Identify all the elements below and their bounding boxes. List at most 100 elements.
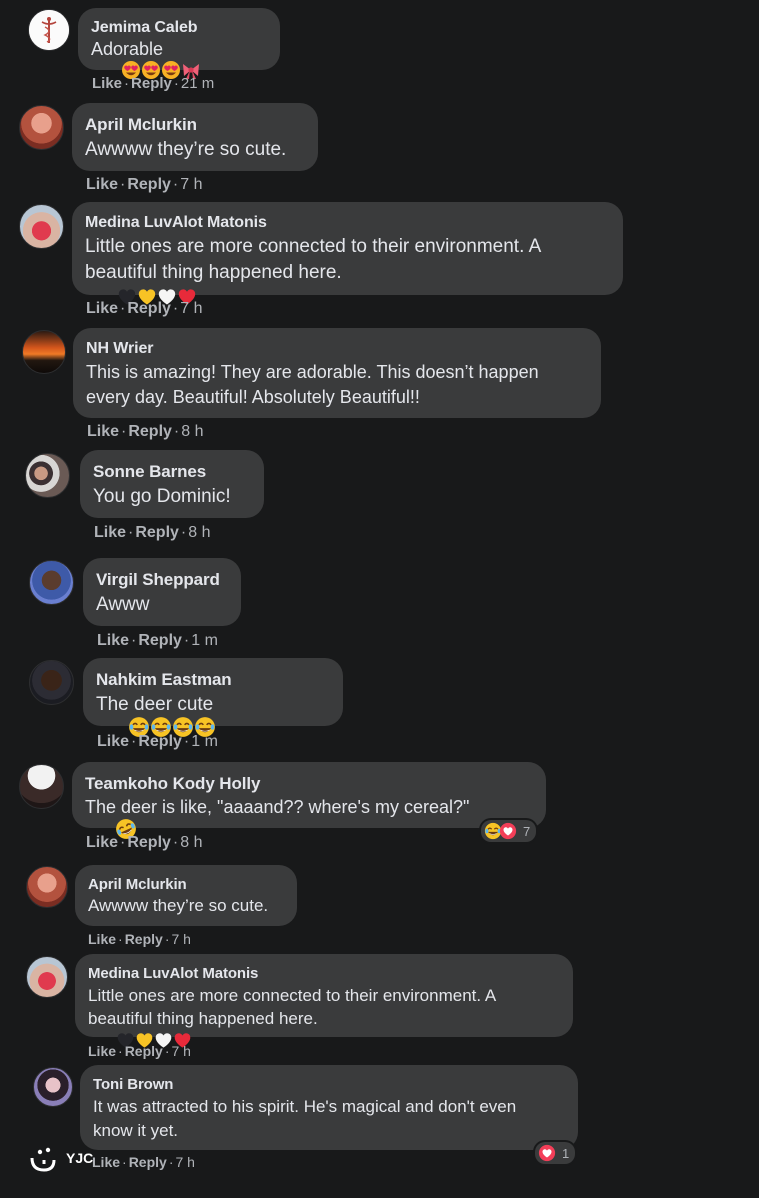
comment-text: This is amazing! They are adorable. This… [86, 362, 539, 407]
reply-button[interactable]: Reply [125, 1043, 163, 1059]
reply-button[interactable]: Reply [127, 834, 171, 851]
like-button[interactable]: Like [92, 1154, 120, 1170]
comment-timestamp[interactable]: 7 h [171, 931, 190, 947]
avatar[interactable] [22, 330, 66, 374]
comment-actions: Like · Reply · 8 h [86, 834, 203, 851]
comment-text: Little ones are more connected to their … [88, 984, 560, 1076]
comment-timestamp[interactable]: 7 h [175, 1154, 194, 1170]
reply-button[interactable]: Reply [128, 423, 172, 440]
like-button[interactable]: Like [88, 1043, 116, 1059]
comment-timestamp[interactable]: 1 m [191, 733, 218, 750]
avatar[interactable] [25, 453, 70, 498]
avatar[interactable] [19, 105, 64, 150]
comment-text: Awwww they’re so cute. [88, 896, 269, 915]
reply-button[interactable]: Reply [131, 75, 172, 92]
like-button[interactable]: Like [87, 423, 119, 440]
comment-author[interactable]: Nahkim Eastman [96, 670, 330, 690]
comment-actions: Like · Reply · 7 h [88, 931, 191, 947]
comment-author[interactable]: NH Wrier [86, 340, 588, 358]
avatar[interactable] [33, 1067, 73, 1107]
comment-timestamp[interactable]: 1 m [191, 632, 218, 649]
like-button[interactable]: Like [86, 300, 118, 317]
comment-timestamp[interactable]: 7 h [180, 300, 202, 317]
comment-author[interactable]: Medina LuvAlot Matonis [88, 965, 560, 982]
comment-text: Awwww they’re so cute. [85, 139, 287, 160]
love-reaction-icon [499, 822, 517, 840]
comment-actions: Like · Reply · 1 m [97, 733, 218, 750]
reaction-count: 7 [523, 823, 531, 839]
avatar[interactable] [19, 204, 64, 249]
reply-button[interactable]: Reply [127, 176, 171, 193]
like-button[interactable]: Like [86, 176, 118, 193]
comment-bubble: Virgil Sheppard Awww [83, 558, 241, 626]
like-button[interactable]: Like [97, 733, 129, 750]
comment-text-content: Little ones are more connected to their … [85, 236, 542, 283]
comment-text-content: The deer cute [96, 694, 214, 715]
reply-button[interactable]: Reply [135, 524, 179, 541]
comment-text-content: The deer is like, "aaaand?? where's my c… [85, 797, 470, 817]
reaction-count: 1 [562, 1145, 570, 1161]
comment-text: Little ones are more connected to their … [85, 234, 610, 338]
comment-timestamp[interactable]: 8 h [180, 834, 202, 851]
comment-text: Adorable [91, 39, 267, 103]
reply-button[interactable]: Reply [138, 632, 182, 649]
reactions-summary[interactable]: 1 [535, 1142, 576, 1164]
comment-actions: Like · Reply · 7 h [88, 1043, 191, 1059]
comment-text-content: Little ones are more connected to their … [88, 986, 497, 1028]
comment-author[interactable]: Toni Brown [93, 1076, 565, 1093]
like-button[interactable]: Like [94, 524, 126, 541]
comment-bubble: Toni Brown It was attracted to his spiri… [80, 1065, 578, 1150]
comment-bubble: April Mclurkin Awwww they’re so cute. [72, 103, 318, 171]
avatar[interactable] [29, 560, 74, 605]
comment-timestamp[interactable]: 7 h [180, 176, 202, 193]
comment-bubble: NH Wrier This is amazing! They are adora… [73, 328, 601, 418]
reply-button[interactable]: Reply [138, 733, 182, 750]
reply-button[interactable]: Reply [129, 1154, 167, 1170]
comment-bubble: Teamkoho Kody Holly The deer is like, "a… [72, 762, 546, 828]
comment-actions: Like · Reply · 1 m [97, 632, 218, 649]
comment-actions: Like · Reply · 7 h [86, 176, 203, 193]
comment-timestamp[interactable]: 21 m [181, 75, 214, 92]
yjc-logo-icon [30, 1147, 56, 1172]
comment-text: You go Dominic! [93, 486, 231, 507]
comment-author[interactable]: Jemima Caleb [91, 19, 267, 37]
like-button[interactable]: Like [92, 75, 122, 92]
comment-author[interactable]: April Mclurkin [85, 115, 305, 135]
watermark-text: YJC [66, 1150, 94, 1166]
comment-bubble: Nahkim Eastman The deer cute [83, 658, 343, 726]
avatar[interactable] [26, 956, 68, 998]
comment-actions: Like · Reply · 7 h [86, 300, 203, 317]
comment-bubble: April Mclurkin Awwww they’re so cute. [75, 865, 297, 926]
like-button[interactable]: Like [97, 632, 129, 649]
comment-bubble: Jemima Caleb Adorable [78, 8, 280, 70]
comment-author[interactable]: April Mclurkin [88, 876, 284, 893]
like-button[interactable]: Like [88, 931, 116, 947]
avatar[interactable] [19, 764, 64, 809]
comment-author[interactable]: Virgil Sheppard [96, 570, 228, 590]
reply-button[interactable]: Reply [127, 300, 171, 317]
comment-timestamp[interactable]: 7 h [171, 1043, 190, 1059]
comment-author[interactable]: Medina LuvAlot Matonis [85, 214, 610, 232]
avatar[interactable] [29, 660, 74, 705]
medical-caduceus-avatar-icon [29, 10, 69, 50]
comment-timestamp[interactable]: 8 h [181, 423, 203, 440]
comment-bubble: Medina LuvAlot Matonis Little ones are m… [75, 954, 573, 1037]
comment-text: It was attracted to his spirit. He's mag… [93, 1097, 517, 1140]
comment-text: The deer is like, "aaaand?? where's my c… [85, 797, 533, 863]
love-reaction-icon [538, 1144, 556, 1162]
comment-text-content: Adorable [91, 39, 164, 59]
comment-actions: Like · Reply · 8 h [94, 524, 211, 541]
avatar[interactable] [26, 866, 68, 908]
like-button[interactable]: Like [86, 834, 118, 851]
comment-actions: Like · Reply · 21 m [92, 75, 215, 92]
watermark: YJC [26, 1140, 93, 1176]
comment-timestamp[interactable]: 8 h [188, 524, 210, 541]
reply-button[interactable]: Reply [125, 931, 163, 947]
avatar[interactable] [28, 9, 70, 51]
comment-text: The deer cute [96, 694, 330, 763]
comment-text: Awww [96, 594, 150, 615]
comment-actions: Like · Reply · 7 h [92, 1154, 195, 1170]
reactions-summary[interactable]: 7 [481, 820, 537, 842]
comment-author[interactable]: Sonne Barnes [93, 462, 251, 482]
comment-author[interactable]: Teamkoho Kody Holly [85, 774, 533, 794]
